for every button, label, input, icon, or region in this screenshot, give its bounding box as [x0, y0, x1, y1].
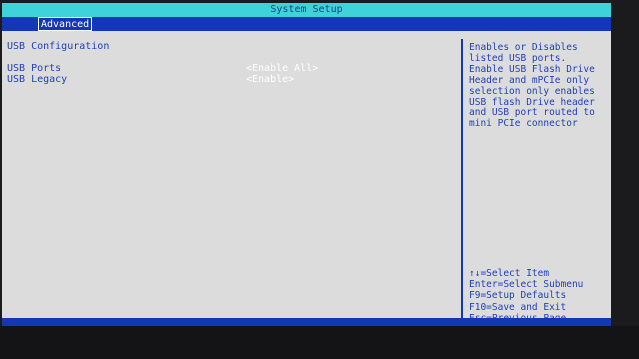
key-select-item: ↑↓=Select Item [469, 268, 550, 279]
usb-legacy-label: USB Legacy [7, 74, 68, 85]
key-save-exit: F10=Save and Exit [469, 301, 567, 313]
bios-screen: System Setup Advanced USB Configuration … [2, 3, 611, 326]
bottom-bar [2, 318, 611, 326]
tab-advanced[interactable]: Advanced [38, 17, 93, 31]
key-setup-defaults: F9=Setup Defaults [469, 290, 567, 302]
help-line: Header and mPCIe only [469, 74, 590, 86]
section-heading: USB Configuration [7, 41, 110, 52]
window-title: System Setup [2, 3, 611, 17]
key-select-submenu: Enter=Select Submenu [469, 279, 584, 291]
monitor-bezel [0, 326, 639, 359]
settings-panel: USB Configuration USB Ports <Enable All>… [2, 31, 458, 318]
help-panel: Enables or Disables listed USB ports. En… [469, 42, 609, 130]
usb-ports-value[interactable]: <Enable All> [246, 63, 318, 74]
usb-ports-label: USB Ports [7, 63, 62, 74]
usb-legacy-value[interactable]: <Enable> [246, 74, 294, 85]
help-line: selection only enables [469, 85, 595, 97]
tab-bar: Advanced [2, 17, 611, 31]
help-line: mini PCIe connector [469, 118, 578, 130]
key-legend: ↑↓=Select Item Enter=Select Submenu F9=S… [469, 268, 609, 324]
help-divider [461, 39, 463, 319]
